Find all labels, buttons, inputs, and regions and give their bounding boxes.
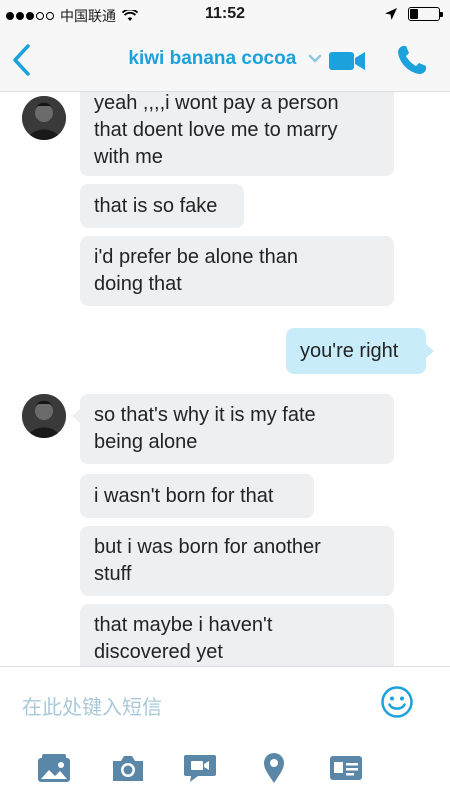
- message-text-line: yeah ,,,,i wont pay a person: [94, 92, 339, 114]
- message-composer: 在此处键入短信: [0, 666, 450, 740]
- message-text-line: that is so fake: [94, 195, 218, 217]
- message-bubble-incoming[interactable]: yeah ,,,,i wont pay a person that doent …: [80, 92, 394, 176]
- message-text-line: stuff: [94, 563, 132, 585]
- contact-card-icon[interactable]: [328, 752, 364, 784]
- battery-icon: [408, 7, 443, 21]
- battery-level: [410, 9, 418, 19]
- message-bubble-incoming[interactable]: so that's why it is my fate being alone: [80, 394, 394, 464]
- attachment-toolbar: [0, 740, 450, 800]
- message-text-line: i wasn't born for that: [94, 485, 274, 507]
- video-call-icon[interactable]: [328, 50, 366, 72]
- contact-avatar[interactable]: [22, 394, 66, 438]
- message-list[interactable]: yeah ,,,,i wont pay a person that doent …: [0, 92, 450, 666]
- message-bubble-incoming[interactable]: i wasn't born for that: [80, 474, 314, 518]
- message-text-line: being alone: [94, 431, 198, 453]
- message-input[interactable]: 在此处键入短信: [22, 691, 162, 720]
- emoticon-icon[interactable]: [380, 685, 414, 719]
- phone-call-icon[interactable]: [396, 44, 428, 76]
- message-bubble-incoming[interactable]: that maybe i haven't discovered yet: [80, 604, 394, 666]
- camera-icon[interactable]: [110, 752, 146, 784]
- status-right: [384, 7, 443, 21]
- message-text-line: so that's why it is my fate: [94, 404, 316, 426]
- bubble-tail: [426, 344, 434, 358]
- dropdown-chevron-icon: [308, 54, 321, 63]
- message-text-line: discovered yet: [94, 641, 223, 663]
- message-bubble-incoming[interactable]: that is so fake: [80, 184, 244, 228]
- contact-avatar[interactable]: [22, 96, 66, 140]
- message-text-line: i'd prefer be alone than: [94, 246, 298, 268]
- location-pin-icon[interactable]: [256, 752, 292, 784]
- message-text-line: but i was born for another: [94, 536, 321, 558]
- message-text-line: you're right: [300, 340, 399, 362]
- video-message-icon[interactable]: [182, 752, 218, 784]
- message-bubble-outgoing[interactable]: you're right: [286, 328, 426, 374]
- status-bar: 中国联通 11:52: [0, 0, 450, 30]
- message-text-line: that doent love me to marry: [94, 119, 338, 141]
- message-text-line: that maybe i haven't: [94, 614, 273, 636]
- conversation-header: kiwi banana cocoa: [0, 30, 450, 92]
- media-gallery-icon[interactable]: [36, 752, 72, 784]
- status-time: 11:52: [204, 5, 246, 22]
- message-bubble-incoming[interactable]: i'd prefer be alone than doing that: [80, 236, 394, 306]
- message-text-line: doing that: [94, 273, 182, 295]
- location-arrow-icon: [385, 8, 397, 20]
- bubble-tail: [72, 409, 80, 423]
- message-text-line: with me: [94, 146, 163, 168]
- message-bubble-incoming[interactable]: but i was born for another stuff: [80, 526, 394, 596]
- contact-name: kiwi banana cocoa: [128, 48, 297, 69]
- contact-name-button[interactable]: kiwi banana cocoa: [0, 48, 450, 70]
